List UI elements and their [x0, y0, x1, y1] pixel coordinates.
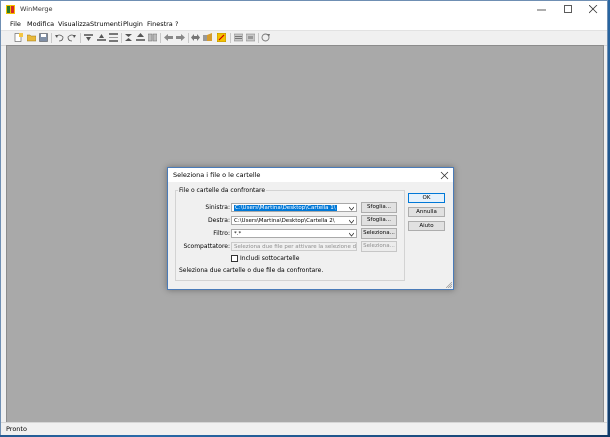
right-path-combo[interactable]: C:\Users\Martina\Desktop\Cartella 2\ [231, 216, 357, 225]
title-bar[interactable]: WinMerge [1, 1, 607, 18]
close-icon[interactable] [440, 171, 449, 180]
last-diff-icon[interactable] [136, 33, 145, 42]
status-text: Pronto [6, 425, 27, 433]
include-subfolders-checkbox[interactable] [231, 255, 238, 262]
maximize-icon [564, 5, 572, 13]
left-label-text: Sinistra: [205, 204, 230, 211]
menu-modifica[interactable]: Modifica [27, 20, 54, 28]
help-button[interactable]: Aiuto [408, 221, 445, 231]
toolbar-separator [230, 33, 231, 43]
include-subfolders-label[interactable]: Includi sottocartelle [240, 255, 299, 262]
chevron-down-icon[interactable] [349, 206, 354, 211]
unpacker-select-button: Seleziona... [361, 241, 397, 252]
right-label-text: Destra: [208, 217, 230, 224]
toolbar [1, 30, 607, 46]
save-icon[interactable] [39, 33, 48, 42]
redo-icon[interactable] [67, 33, 76, 42]
all-left-icon[interactable] [191, 33, 200, 42]
copy-left-icon[interactable] [148, 33, 157, 42]
dialog-hint: Seleziona due cartelle o due file da con… [179, 267, 324, 274]
first-diff-icon[interactable] [109, 33, 118, 42]
toolbar-separator [258, 33, 259, 43]
dialog-title-bar[interactable]: Seleziona i file o le cartelle [168, 168, 453, 182]
right-path-value: C:\Users\Martina\Desktop\Cartella 2\ [234, 218, 335, 224]
chevron-down-icon[interactable] [349, 232, 354, 237]
left-path-combo[interactable]: C:\Users\Martina\Desktop\Cartella 1\ [231, 203, 357, 212]
prev-diff-icon[interactable] [97, 33, 106, 42]
menu-help[interactable]: ? [175, 20, 178, 28]
next-diff-icon[interactable] [84, 33, 93, 42]
menu-bar: File Modifica Visualizza Strumenti Plugi… [1, 18, 607, 30]
resize-grip-icon[interactable] [446, 282, 452, 288]
undo-icon[interactable] [55, 33, 64, 42]
toolbar-separator [80, 33, 81, 43]
filter-select-button[interactable]: Seleziona... [361, 228, 397, 239]
dialog-title: Seleziona i file o le cartelle [173, 171, 261, 179]
merge-icon[interactable] [176, 33, 185, 42]
refresh-icon[interactable] [234, 33, 243, 42]
left-browse-button[interactable]: Sfoglia... [361, 202, 397, 213]
open-icon[interactable] [27, 33, 36, 42]
chevron-down-icon[interactable] [349, 219, 354, 224]
zoom-icon[interactable] [246, 33, 255, 42]
settings-icon[interactable] [217, 33, 226, 42]
cancel-button[interactable]: Annulla [408, 207, 445, 217]
menu-finestra[interactable]: Finestra [147, 20, 173, 28]
menu-plugin[interactable]: Plugin [123, 20, 143, 28]
filter-value: *.* [234, 231, 242, 237]
ok-button[interactable]: OK [408, 193, 445, 203]
toolbar-separator [160, 33, 161, 43]
close-button[interactable] [581, 1, 607, 18]
window-title: WinMerge [20, 5, 53, 13]
toolbar-separator [121, 33, 122, 43]
winmerge-app-icon [6, 5, 15, 14]
left-path-value: C:\Users\Martina\Desktop\Cartella 1\ [234, 205, 337, 211]
compare-icon[interactable] [261, 33, 270, 42]
unpacker-label: Scompattatore: [183, 243, 230, 250]
maximize-button[interactable] [556, 1, 582, 18]
right-browse-button[interactable]: Sfoglia... [361, 215, 397, 226]
filter-combo[interactable]: *.* [231, 229, 357, 238]
menu-visualizza[interactable]: Visualizza [58, 20, 90, 28]
select-files-dialog: Seleziona i file o le cartelle File o ca… [167, 167, 454, 290]
menu-file[interactable]: File [10, 20, 21, 28]
status-bar: Pronto [1, 422, 607, 435]
options-icon[interactable] [203, 33, 212, 42]
copy-right-icon[interactable] [164, 33, 173, 42]
menu-strumenti[interactable]: Strumenti [90, 20, 122, 28]
filter-label: Filtro: [213, 230, 230, 237]
new-icon[interactable] [14, 33, 23, 42]
toolbar-separator [51, 33, 52, 43]
toolbar-separator [188, 33, 189, 43]
minimize-icon [537, 9, 546, 11]
group-label: File o cartelle da confrontare [178, 187, 267, 194]
close-icon [589, 5, 598, 14]
minimize-button[interactable] [529, 1, 555, 18]
unpacker-field: Seleziona due file per attivare la selez… [231, 242, 357, 251]
current-diff-icon[interactable] [124, 33, 133, 42]
